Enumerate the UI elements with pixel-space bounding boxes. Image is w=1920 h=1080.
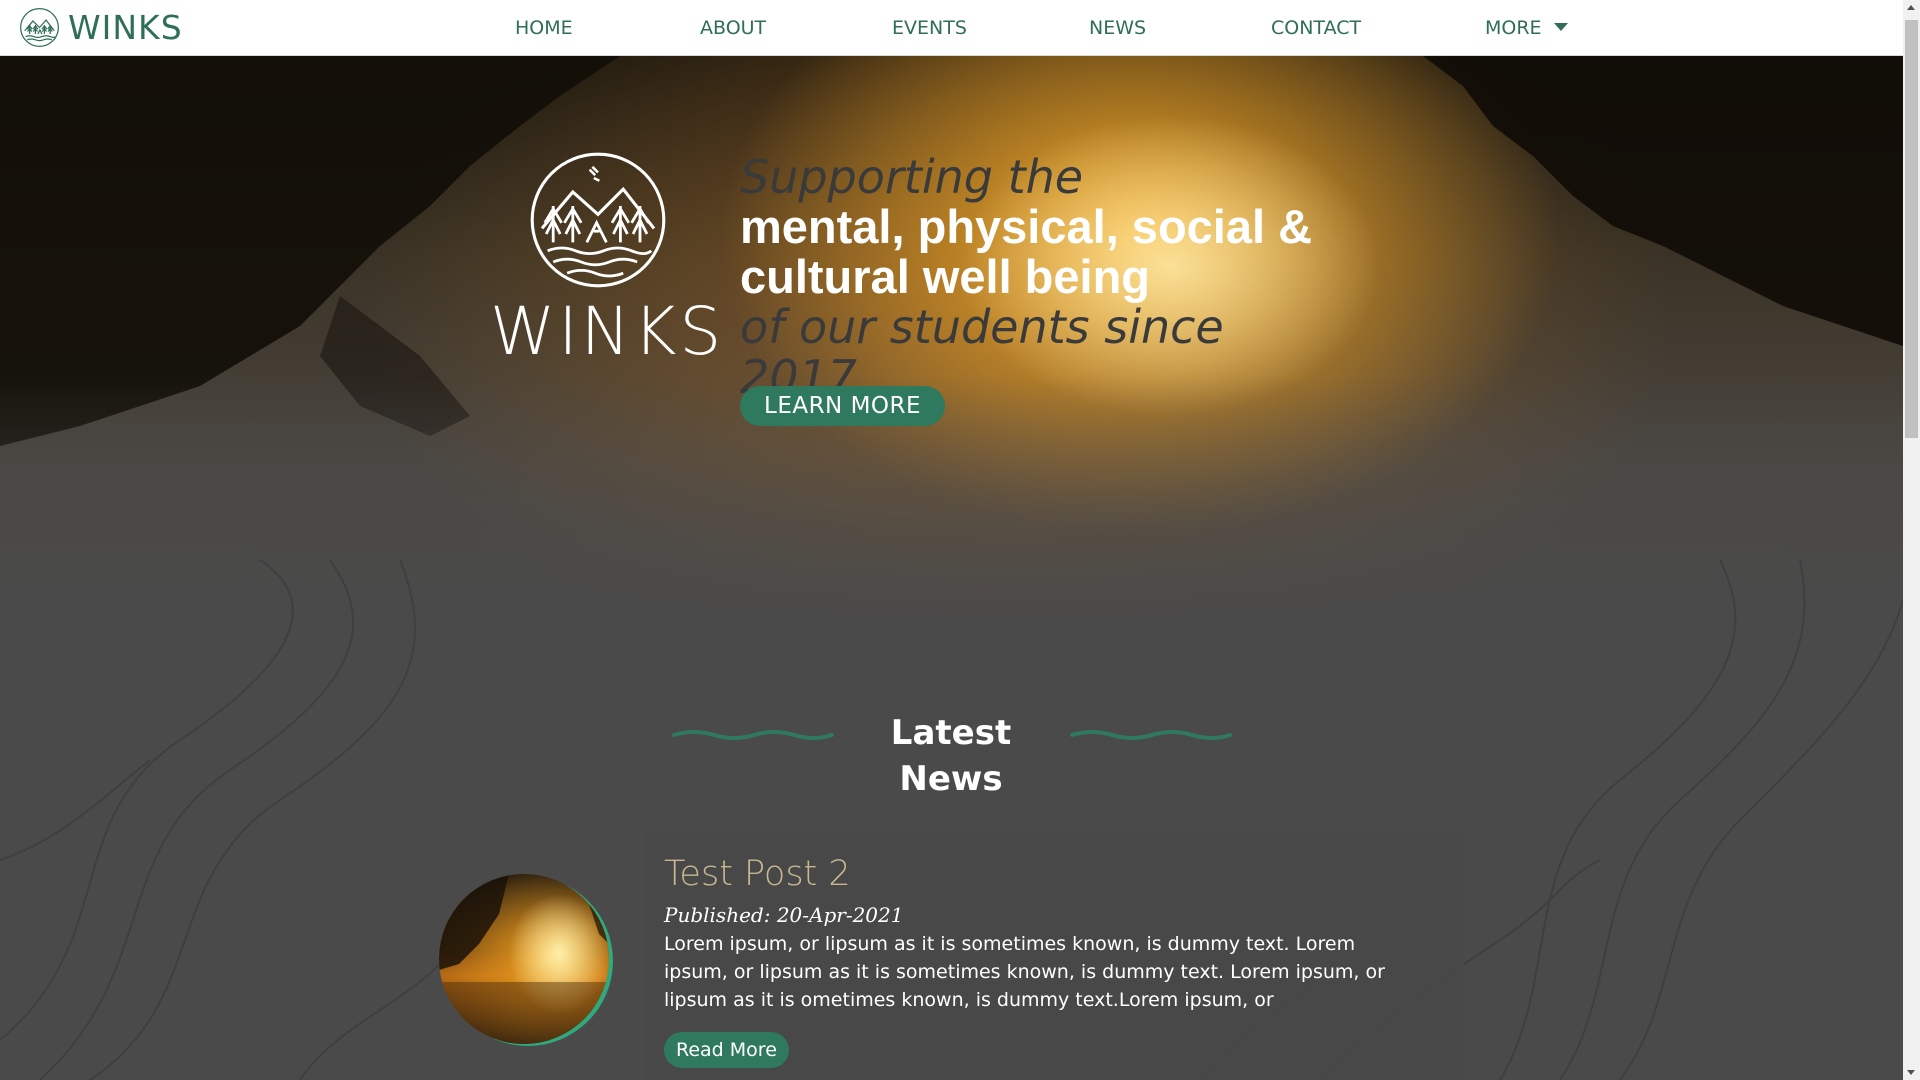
sunset-lake-image [439,874,609,1044]
nav-contact[interactable]: CONTACT [1271,16,1361,40]
tagline-line-3: cultural well being [740,250,1151,303]
post-title[interactable]: Test Post 2 [664,852,851,896]
brand-name: WINKS [68,8,183,47]
scrollbar-thumb[interactable] [1905,20,1918,438]
scroll-down-arrow-icon[interactable] [1907,1070,1915,1075]
wave-divider-left-icon [672,730,834,740]
section-title: Latest News [890,713,1012,799]
nav-more-label: MORE [1485,17,1542,39]
wave-divider-right-icon [1070,730,1232,740]
hero-logo: WINKS [490,150,725,370]
nav-news[interactable]: NEWS [1089,16,1146,40]
winks-emblem-icon [530,152,665,288]
forest-silhouette-right [1423,56,1903,346]
post-thumbnail[interactable] [439,874,609,1044]
vertical-scrollbar[interactable] [1903,0,1920,1080]
post-published-date: Published: 20-Apr-2021 [664,903,904,927]
post-excerpt: Lorem ipsum, or lipsum as it is sometime… [664,933,1385,1011]
learn-more-button[interactable]: LEARN MORE [740,386,946,426]
nav-home[interactable]: HOME [515,16,573,40]
latest-news-heading: Latest News [672,710,1232,799]
top-navbar: WINKS HOME ABOUT EVENTS NEWS CONTACT MOR… [0,0,1903,56]
nav-events[interactable]: EVENTS [892,16,967,40]
nav-about[interactable]: ABOUT [700,16,766,40]
tagline-line-1: Supporting the [740,150,1084,204]
hero-logo-text: WINKS [490,293,725,370]
read-more-button[interactable]: Read More [664,1032,789,1068]
winks-logo-icon [20,8,59,47]
hero-tagline: Supporting the mental, physical, social … [740,152,1340,402]
caret-down-icon [1553,23,1568,31]
tagline-line-2: mental, physical, social & [740,200,1313,253]
brand-home-link[interactable]: WINKS [19,7,183,48]
news-post-card: Test Post 2 Published: 20-Apr-2021 Lorem… [645,832,1464,1080]
nav-more-dropdown[interactable]: MORE [1485,16,1568,40]
scroll-up-arrow-icon[interactable] [1907,5,1915,10]
